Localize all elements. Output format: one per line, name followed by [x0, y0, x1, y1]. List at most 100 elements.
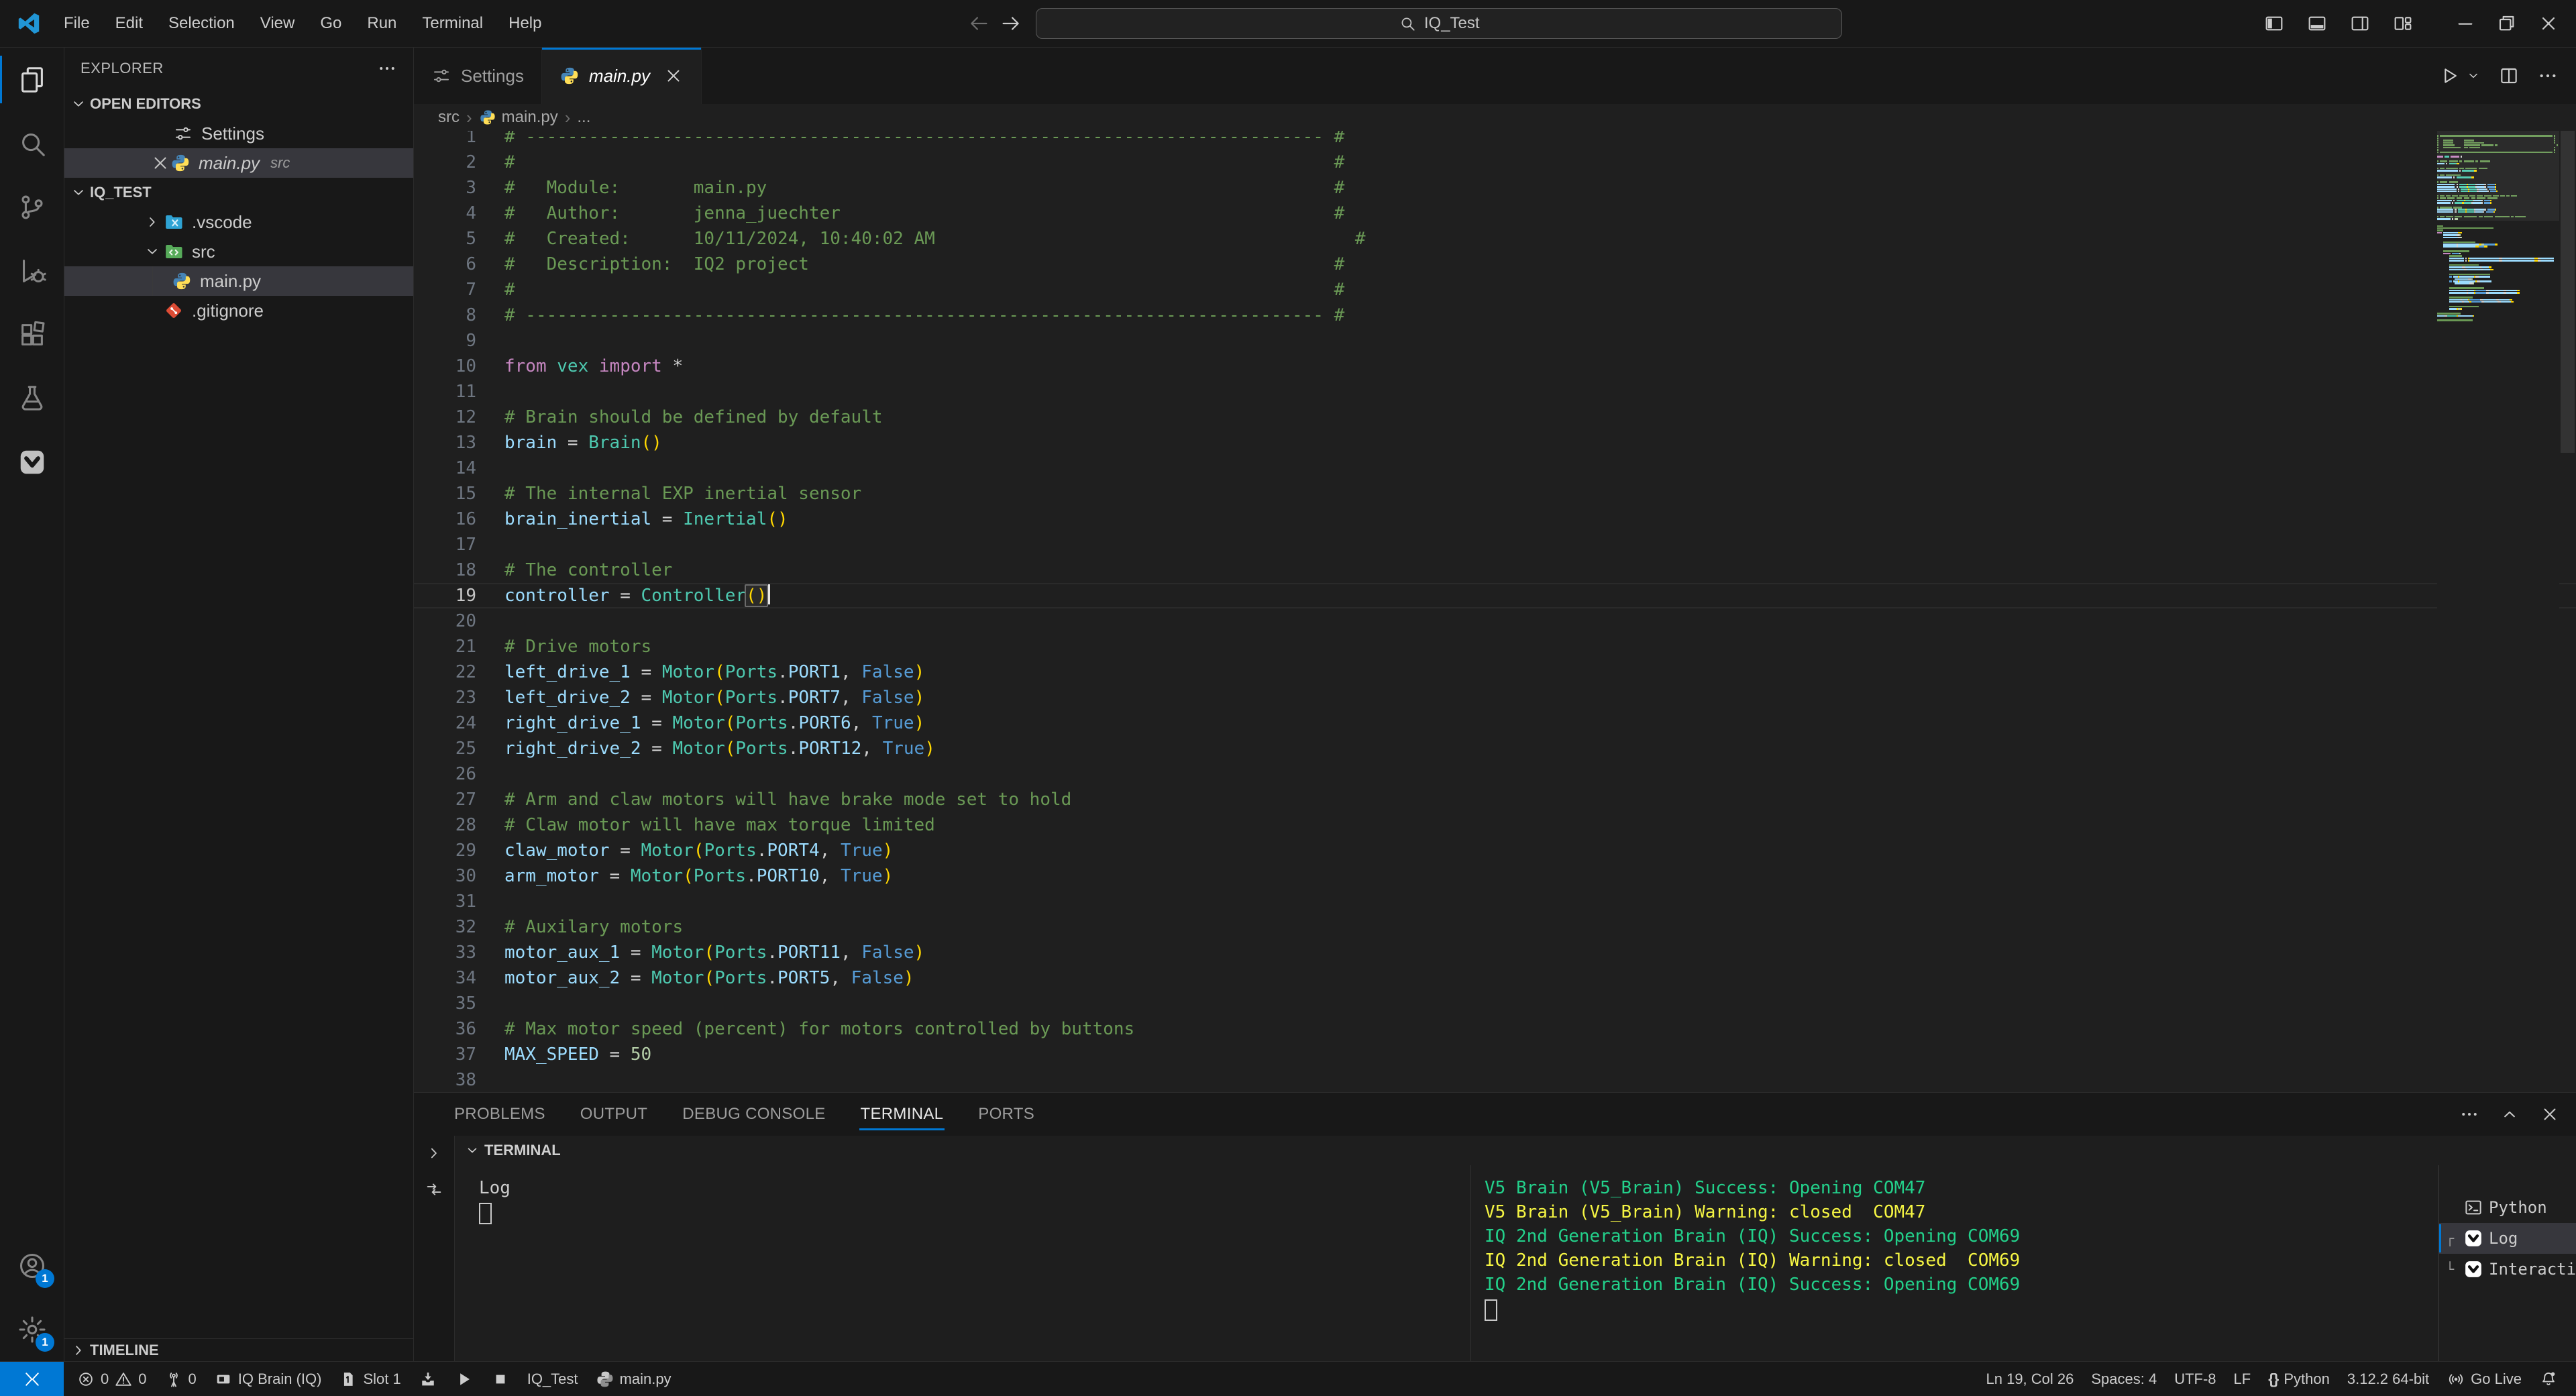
- toggle-secondary-sidebar-button[interactable]: [2341, 5, 2379, 42]
- minimize-button[interactable]: [2445, 5, 2486, 42]
- activitybar-item-manage[interactable]: 1: [0, 1297, 64, 1361]
- minimap[interactable]: [2437, 131, 2559, 1092]
- statusbar-cursor-position[interactable]: Ln 19, Col 26: [1978, 1371, 2083, 1388]
- toggle-sidebar-button[interactable]: [2255, 5, 2293, 42]
- terminal-session-log[interactable]: ┌Log: [2439, 1223, 2576, 1254]
- statusbar-encoding[interactable]: UTF-8: [2165, 1371, 2224, 1388]
- python-icon: [479, 109, 496, 126]
- workbench: 11 EXPLORER OPEN EDITORS Settingsmain.py…: [0, 48, 2576, 1361]
- open-editor-label: main.py: [199, 153, 260, 174]
- activitybar-item-vex[interactable]: [0, 430, 64, 494]
- editor-scrollbar[interactable]: [2559, 131, 2576, 1092]
- statusbar-radio-status[interactable]: 0: [156, 1370, 205, 1389]
- code-text: # #: [504, 277, 1344, 303]
- code-text: # Description: IQ2 project #: [504, 252, 1344, 277]
- toggle-panel-button[interactable]: [2298, 5, 2336, 42]
- open-editors-header[interactable]: OPEN EDITORS: [64, 89, 413, 119]
- statusbar-stop-button[interactable]: [482, 1370, 519, 1389]
- panel-tab-debug-console[interactable]: DEBUG CONSOLE: [665, 1093, 843, 1136]
- menu-view[interactable]: View: [248, 9, 308, 38]
- code-line-3: 3# Module: main.py #: [414, 175, 2576, 201]
- customize-layout-button[interactable]: [2384, 5, 2422, 42]
- go-back-icon[interactable]: [967, 12, 990, 35]
- statusbar-device[interactable]: IQ Brain (IQ): [205, 1370, 331, 1389]
- command-center-search[interactable]: IQ_Test: [1036, 8, 1842, 39]
- activitybar-item-run-and-debug[interactable]: [0, 239, 64, 303]
- statusbar-slot[interactable]: Slot 1: [330, 1370, 409, 1389]
- tab-main-py[interactable]: main.py: [542, 48, 702, 104]
- terminal-cursor: [479, 1203, 492, 1224]
- timeline-section[interactable]: TIMELINE: [64, 1338, 413, 1361]
- restore-button[interactable]: [2486, 5, 2528, 42]
- split-terminal-icon[interactable]: [425, 1180, 443, 1199]
- tree-item-main-py[interactable]: main.py: [64, 266, 413, 296]
- terminal-session-python[interactable]: Python: [2439, 1192, 2576, 1223]
- activitybar-item-accounts[interactable]: 1: [0, 1234, 64, 1297]
- sidebar-title-row: EXPLORER: [64, 48, 413, 89]
- line-number: 15: [414, 481, 504, 506]
- terminal-session-interactiv-[interactable]: └Interactiv...: [2439, 1254, 2576, 1285]
- panel-tab-problems[interactable]: PROBLEMS: [437, 1093, 563, 1136]
- terminal-section-header[interactable]: TERMINAL: [455, 1136, 2576, 1165]
- session-tree-prefix: ┌: [2446, 1226, 2458, 1250]
- run-python-file-icon[interactable]: [2439, 65, 2461, 87]
- panel-more-actions-icon[interactable]: [2459, 1104, 2479, 1124]
- statusbar-active-file[interactable]: main.py: [587, 1370, 680, 1389]
- statusbar-project-name[interactable]: IQ_Test: [519, 1371, 587, 1388]
- folder-root-header[interactable]: IQ_TEST: [64, 178, 413, 207]
- remote-indicator[interactable]: [0, 1362, 64, 1396]
- menu-run[interactable]: Run: [354, 9, 409, 38]
- panel-tab-output[interactable]: OUTPUT: [563, 1093, 665, 1136]
- activitybar-item-search[interactable]: [0, 111, 64, 175]
- tree-item-src[interactable]: src: [64, 237, 413, 266]
- terminal-log-pane[interactable]: Log: [455, 1165, 1470, 1361]
- panel-tab-terminal[interactable]: TERMINAL: [843, 1093, 961, 1136]
- activitybar-item-testing[interactable]: [0, 366, 64, 430]
- menu-edit[interactable]: Edit: [103, 9, 156, 38]
- chevron-right-icon: [70, 1342, 87, 1359]
- split-editor-icon[interactable]: [2498, 65, 2520, 87]
- menu-selection[interactable]: Selection: [156, 9, 248, 38]
- go-forward-icon[interactable]: [1000, 12, 1022, 35]
- menu-go[interactable]: Go: [307, 9, 354, 38]
- activitybar-item-source-control[interactable]: [0, 175, 64, 239]
- run-dropdown-chevron-icon[interactable]: [2466, 68, 2481, 83]
- editor-more-actions-icon[interactable]: [2537, 65, 2559, 87]
- statusbar-language-mode[interactable]: {}Python: [2259, 1371, 2339, 1388]
- activitybar-item-explorer[interactable]: [0, 48, 64, 111]
- statusbar-problems[interactable]: 00: [68, 1370, 156, 1389]
- statusbar-indentation[interactable]: Spaces: 4: [2082, 1371, 2165, 1388]
- statusbar-go-live[interactable]: Go Live: [2438, 1370, 2530, 1389]
- breadcrumb-item--[interactable]: ...: [577, 108, 590, 127]
- scrollbar-thumb[interactable]: [2561, 131, 2575, 453]
- code-editor[interactable]: 1# -------------------------------------…: [414, 131, 2576, 1092]
- code-text: # The internal EXP inertial sensor: [504, 481, 861, 506]
- statusbar-run-button[interactable]: [446, 1370, 482, 1389]
- statusbar-download-button[interactable]: [410, 1370, 446, 1389]
- menu-file[interactable]: File: [51, 9, 103, 38]
- terminal-main: TERMINAL Log V5 Brain (V5_Brain) Success…: [455, 1136, 2576, 1361]
- tree-item--vscode[interactable]: .vscode: [64, 207, 413, 237]
- maximize-panel-icon[interactable]: [2500, 1104, 2520, 1124]
- expand-terminal-icon[interactable]: [425, 1144, 443, 1163]
- statusbar-notifications[interactable]: [2530, 1370, 2567, 1389]
- menu-terminal[interactable]: Terminal: [409, 9, 496, 38]
- tab-settings[interactable]: Settings: [414, 48, 542, 104]
- breadcrumb-item-main-py[interactable]: main.py: [479, 108, 558, 127]
- panel-tab-ports[interactable]: PORTS: [961, 1093, 1052, 1136]
- editor-tabs: Settingsmain.py: [414, 48, 2576, 104]
- play-icon: [455, 1370, 474, 1389]
- statusbar-eol[interactable]: LF: [2225, 1371, 2260, 1388]
- explorer-more-actions-icon[interactable]: [377, 58, 397, 78]
- terminal-output-pane[interactable]: V5 Brain (V5_Brain) Success: Opening COM…: [1471, 1165, 2438, 1361]
- activitybar-item-extensions[interactable]: [0, 303, 64, 366]
- close-panel-icon[interactable]: [2540, 1104, 2560, 1124]
- menu-help[interactable]: Help: [496, 9, 554, 38]
- open-editor-settings[interactable]: Settings: [64, 119, 413, 148]
- open-editor-main-py[interactable]: main.pysrc: [64, 148, 413, 178]
- statusbar-python-version[interactable]: 3.12.2 64-bit: [2339, 1371, 2438, 1388]
- tree-item--gitignore[interactable]: .gitignore: [64, 296, 413, 325]
- statusbar-label: UTF-8: [2174, 1371, 2216, 1388]
- breadcrumb-item-src[interactable]: src: [438, 108, 460, 127]
- close-window-button[interactable]: [2528, 5, 2569, 42]
